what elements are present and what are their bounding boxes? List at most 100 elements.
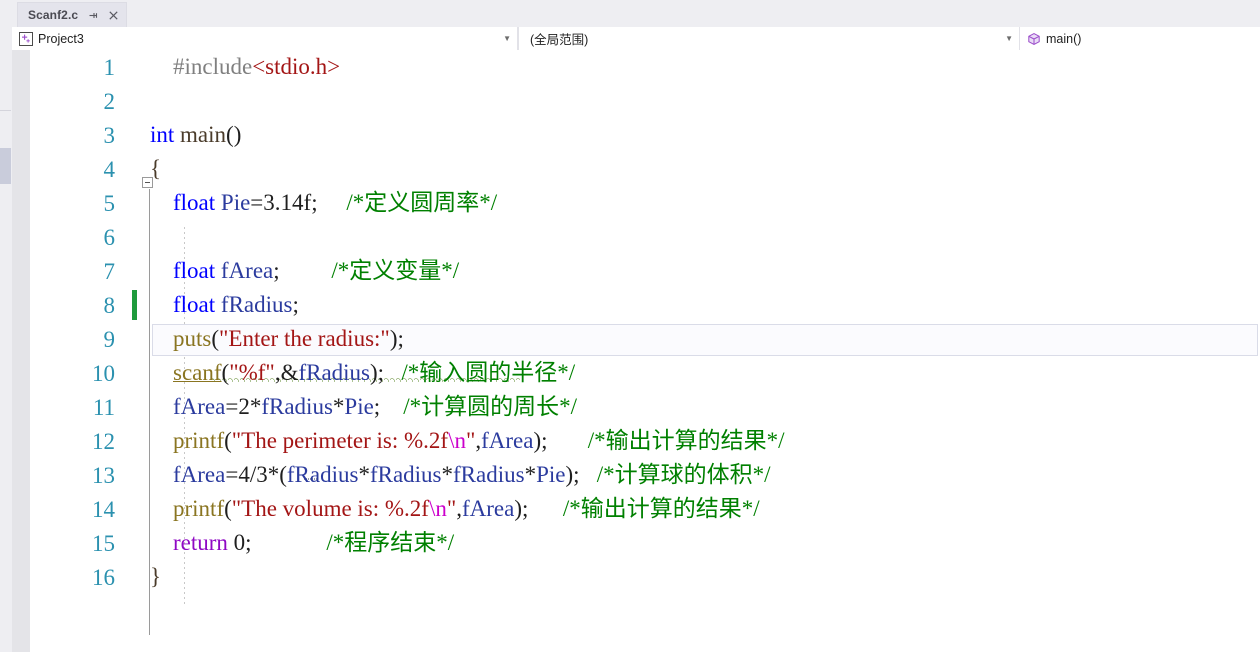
line-number: 15 <box>92 531 115 556</box>
document-tab-label: Scanf2.c <box>28 8 79 22</box>
code-token: 0; <box>227 530 252 555</box>
navbar-member-label: main() <box>1046 31 1082 46</box>
code-line-text: #include<stdio.h> <box>150 53 340 81</box>
code-line[interactable]: 13 fArea=4/3*(fRadius*fRadius*fRadius*Pi… <box>12 458 1260 492</box>
code-token: return <box>173 530 228 555</box>
code-token: * <box>358 462 370 487</box>
document-tab-strip: Scanf2.c <box>12 0 1260 27</box>
code-token: () <box>226 122 242 147</box>
code-token: ); <box>389 326 404 351</box>
code-token: \n <box>448 428 466 453</box>
code-token: <stdio.h> <box>252 54 341 79</box>
code-line-text: float fRadius; <box>150 291 299 319</box>
code-token: Pie <box>536 462 566 487</box>
code-line[interactable]: 7 float fArea; /*定义变量*/ <box>12 254 1260 288</box>
code-token: 3.14f <box>263 190 312 215</box>
code-line-text: puts("Enter the radius:"); <box>150 325 404 353</box>
code-token: " <box>446 496 457 521</box>
code-token: ( <box>211 326 220 351</box>
code-line-text: printf("The perimeter is: %.2f\n",fArea)… <box>150 427 785 455</box>
code-token: ); <box>533 428 548 453</box>
code-line-text: return 0; /*程序结束*/ <box>150 529 454 557</box>
line-number: 6 <box>103 225 116 250</box>
chevron-down-icon[interactable]: ▼ <box>503 27 511 50</box>
document-tab-scanf2-c[interactable]: Scanf2.c <box>17 2 128 27</box>
code-token: ); <box>370 360 385 385</box>
line-number: 9 <box>103 327 116 352</box>
pin-icon[interactable] <box>87 9 100 22</box>
code-token: fRadius <box>286 462 359 487</box>
close-icon[interactable] <box>107 9 120 22</box>
line-number: 13 <box>92 463 115 488</box>
code-token: "%f" <box>229 360 275 385</box>
code-token: #include <box>173 54 253 79</box>
left-strip-scroll-thumb[interactable] <box>0 148 11 184</box>
navbar-project-selector[interactable]: Project3 ▼ <box>12 27 518 50</box>
code-line[interactable]: 10 scanf("%f",&fRadius); /*输入圆的半径*/ <box>12 356 1260 390</box>
code-line[interactable]: 14 printf("The volume is: %.2f\n",fArea)… <box>12 492 1260 526</box>
code-token: float <box>173 292 216 317</box>
code-line[interactable]: 15 return 0; /*程序结束*/ <box>12 526 1260 560</box>
line-number: 12 <box>92 429 115 454</box>
code-token: float <box>173 190 216 215</box>
line-number: 3 <box>103 123 116 148</box>
line-number: 2 <box>103 89 116 114</box>
code-line[interactable]: 4{ <box>12 152 1260 186</box>
code-token: ); <box>565 462 580 487</box>
code-token: ,& <box>274 360 299 385</box>
code-line-text: scanf("%f",&fRadius); /*输入圆的半径*/ <box>150 359 575 387</box>
navbar-member-selector[interactable]: main() <box>1020 27 1260 50</box>
line-number: 10 <box>92 361 115 386</box>
code-line[interactable]: 1 #include<stdio.h> <box>12 50 1260 84</box>
code-editor[interactable]: 1 #include<stdio.h> 2 3 int main() 4{5 float… <box>12 50 1260 652</box>
method-cube-icon <box>1027 32 1041 46</box>
project-icon <box>19 31 33 46</box>
code-token: = <box>250 190 264 215</box>
code-token: fRadius <box>369 462 442 487</box>
code-token: printf <box>173 428 225 453</box>
code-line[interactable]: 6 <box>12 220 1260 254</box>
code-token: =4/3*( <box>225 462 287 487</box>
code-token: /*定义变量*/ <box>331 258 460 283</box>
code-token: fRadius <box>220 292 293 317</box>
code-token: =2* <box>225 394 262 419</box>
line-number: 7 <box>103 259 116 284</box>
code-line[interactable]: 11 fArea=2*fRadius*Pie; /*计算圆的周长*/ <box>12 390 1260 424</box>
code-token: float <box>173 258 216 283</box>
code-token: "The perimeter is: %.2f <box>231 428 449 453</box>
code-token: /*定义圆周率*/ <box>346 190 498 215</box>
navbar-scope-selector[interactable]: (全局范围) ▼ <box>518 27 1020 50</box>
code-token: /*计算圆的周长*/ <box>403 394 577 419</box>
navbar-project-label: Project3 <box>38 31 84 46</box>
code-token: { <box>150 156 162 181</box>
code-token: /*输入圆的半径*/ <box>401 360 576 385</box>
code-line[interactable]: 2 <box>12 84 1260 118</box>
code-token: "Enter the radius:" <box>219 326 390 351</box>
code-token: fArea <box>481 428 534 453</box>
code-token: main <box>180 122 227 147</box>
code-line-text: float Pie=3.14f; /*定义圆周率*/ <box>150 189 497 217</box>
code-line-text: fArea=2*fRadius*Pie; /*计算圆的周长*/ <box>150 393 577 421</box>
code-line[interactable]: 9 puts("Enter the radius:"); <box>12 322 1260 356</box>
code-line[interactable]: 3 int main() <box>12 118 1260 152</box>
code-lines[interactable]: 1 #include<stdio.h> 2 3 int main() 4{5 float… <box>12 50 1260 652</box>
code-token: fArea <box>462 496 515 521</box>
navigation-bar: Project3 ▼ (全局范围) ▼ main() <box>12 27 1260 50</box>
code-token: fArea <box>173 462 226 487</box>
code-token: } <box>150 564 162 589</box>
code-line[interactable]: 12 printf("The perimeter is: %.2f\n",fAr… <box>12 424 1260 458</box>
chevron-down-icon[interactable]: ▼ <box>1005 27 1013 50</box>
code-line[interactable]: 8 float fRadius; <box>12 288 1260 322</box>
code-token: ( <box>224 496 232 521</box>
code-line[interactable]: 16} <box>12 560 1260 594</box>
code-line[interactable]: 5 float Pie=3.14f; /*定义圆周率*/ <box>12 186 1260 220</box>
